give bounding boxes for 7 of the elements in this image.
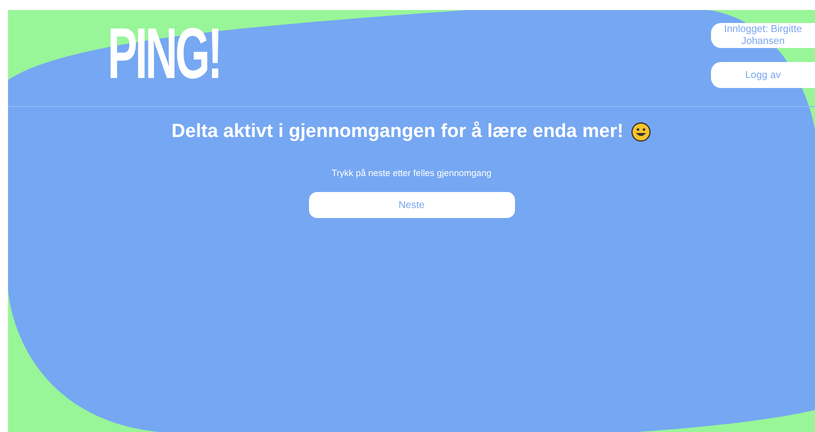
- user-label: Innlogget: Birgitte Johansen: [711, 23, 815, 48]
- logo: PING!: [108, 18, 220, 90]
- next-button[interactable]: Neste: [308, 192, 514, 218]
- smiley-icon: [631, 122, 652, 142]
- instruction-text: Trykk på neste etter felles gjennomgang: [332, 166, 492, 180]
- logout-button[interactable]: Logg av: [711, 62, 815, 88]
- heading: Delta aktivt i gjennomgangen for å lære enda mer!: [172, 120, 624, 144]
